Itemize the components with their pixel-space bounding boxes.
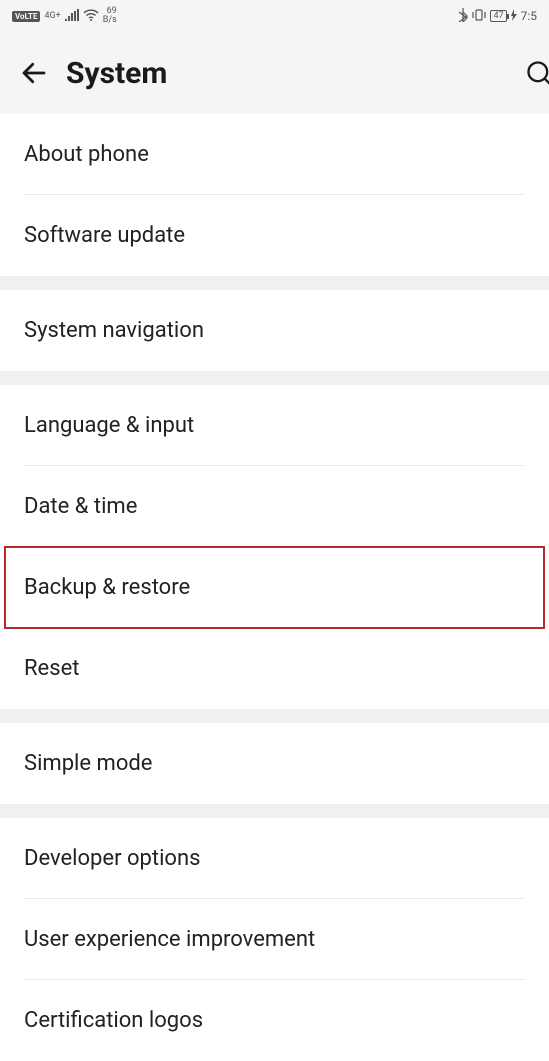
item-label: Simple mode xyxy=(24,751,152,776)
item-backup-restore[interactable]: Backup & restore xyxy=(0,547,549,628)
group-spacer xyxy=(0,276,549,290)
item-label: Certification logos xyxy=(24,1008,203,1033)
item-label: About phone xyxy=(24,142,149,167)
item-label: Date & time xyxy=(24,494,137,519)
item-label: Language & input xyxy=(24,413,194,438)
item-label: Developer options xyxy=(24,846,200,871)
page-title: System xyxy=(66,56,167,91)
volte-icon: VoLTE xyxy=(12,11,40,22)
signal-icon xyxy=(65,9,79,24)
item-certification-logos[interactable]: Certification logos xyxy=(0,980,549,1061)
status-bar: VoLTE 4G+ 69 B/s 47 7:5 xyxy=(0,0,549,32)
wifi-icon xyxy=(83,9,99,24)
settings-group: Developer options User experience improve… xyxy=(0,818,549,1061)
group-spacer xyxy=(0,371,549,385)
vibrate-icon xyxy=(472,9,486,24)
item-simple-mode[interactable]: Simple mode xyxy=(0,723,549,804)
item-reset[interactable]: Reset xyxy=(0,628,549,709)
settings-group: System navigation xyxy=(0,290,549,371)
item-label: Reset xyxy=(24,656,79,681)
settings-group: Language & input Date & time Backup & rest… xyxy=(0,385,549,709)
item-about-phone[interactable]: About phone xyxy=(0,114,549,195)
item-system-navigation[interactable]: System navigation xyxy=(0,290,549,371)
battery-icon: 47 xyxy=(490,10,506,22)
search-button[interactable] xyxy=(519,53,549,93)
item-date-time[interactable]: Date & time xyxy=(0,466,549,547)
network-type: 4G+ xyxy=(44,12,60,21)
item-label: User experience improvement xyxy=(24,927,315,952)
charging-icon xyxy=(511,9,517,24)
item-user-experience[interactable]: User experience improvement xyxy=(0,899,549,980)
item-developer-options[interactable]: Developer options xyxy=(0,818,549,899)
status-right: 47 7:5 xyxy=(458,8,537,25)
item-label: Software update xyxy=(24,223,185,248)
item-language-input[interactable]: Language & input xyxy=(0,385,549,466)
arrow-left-icon xyxy=(19,58,49,88)
item-label: Backup & restore xyxy=(24,575,190,600)
settings-group: About phone Software update xyxy=(0,114,549,276)
clock-time: 7:5 xyxy=(521,9,537,23)
settings-list: About phone Software update System navigat… xyxy=(0,114,549,1061)
back-button[interactable] xyxy=(8,47,60,99)
header: System xyxy=(0,32,549,114)
search-icon xyxy=(525,59,549,87)
bluetooth-icon xyxy=(458,8,468,25)
group-spacer xyxy=(0,709,549,723)
network-speed: 69 B/s xyxy=(103,7,117,25)
group-spacer xyxy=(0,804,549,818)
status-left: VoLTE 4G+ 69 B/s xyxy=(12,7,117,25)
item-label: System navigation xyxy=(24,318,204,343)
item-software-update[interactable]: Software update xyxy=(0,195,549,276)
settings-group: Simple mode xyxy=(0,723,549,804)
